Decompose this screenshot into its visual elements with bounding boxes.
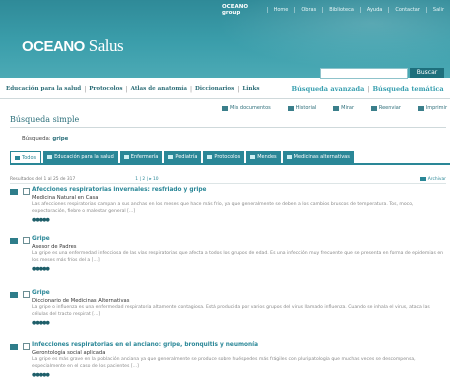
- history-icon: [287, 105, 294, 111]
- results-count: Resultados del 1 al 25 de 317: [10, 176, 76, 182]
- subnav-educacion-link[interactable]: Educación para la salud: [6, 86, 81, 92]
- nav-biblioteca-link[interactable]: Biblioteca: [322, 7, 360, 13]
- page-title: Búsqueda simple: [10, 115, 80, 124]
- result-description: La gripe o influenza es una enfermedad r…: [32, 305, 430, 317]
- oceano-salus-logo[interactable]: OCEANO Salus: [22, 36, 124, 56]
- all-icon: [15, 155, 20, 160]
- search-input[interactable]: [320, 68, 408, 79]
- result-title-link[interactable]: Gripe: [32, 236, 50, 242]
- document-type-icon: [10, 344, 18, 350]
- result-description: La gripe es una enfermedad infecciosa de…: [32, 251, 444, 263]
- print-button[interactable]: Imprimir: [417, 103, 447, 113]
- tab-enfermeria[interactable]: Enfermería: [119, 151, 163, 163]
- folder-icon: [222, 105, 228, 111]
- document-type-icon: [10, 189, 18, 195]
- query-label: Búsqueda:: [22, 136, 51, 142]
- relevance-rating: ●●●●●: [32, 266, 50, 272]
- subnav-atlas-link[interactable]: Atlas de anatomía: [131, 86, 187, 92]
- title-divider: [10, 127, 446, 128]
- book-icon: [47, 155, 53, 159]
- result-source: Diccionario de Medicinas Alternativas: [32, 298, 130, 304]
- advanced-search-link[interactable]: Búsqueda avanzada: [292, 85, 365, 93]
- book-icon: [123, 155, 129, 159]
- nav-ayuda-link[interactable]: Ayuda: [359, 7, 388, 13]
- logo-part-2: Salus: [88, 36, 124, 55]
- relevance-rating: ●●●●●: [32, 372, 50, 378]
- result-checkbox[interactable]: [23, 237, 30, 244]
- nav-salir-link[interactable]: Salir: [425, 7, 450, 13]
- document-type-icon: [10, 292, 18, 298]
- result-source: Medicina Natural en Casa: [32, 195, 99, 201]
- my-documents-button[interactable]: Mis documentos: [222, 103, 271, 113]
- book-icon: [286, 155, 292, 159]
- advanced-separator: |: [367, 85, 370, 93]
- nav-obras-link[interactable]: Obras: [294, 7, 322, 13]
- subnav-links-link[interactable]: Links: [242, 86, 259, 92]
- result-description: Las afecciones respiratorias campan a su…: [32, 202, 414, 214]
- result-checkbox[interactable]: [23, 343, 30, 350]
- forward-button[interactable]: Reenviar: [370, 103, 401, 113]
- history-button[interactable]: Historial: [287, 103, 316, 113]
- nav-home-link[interactable]: Home: [266, 7, 295, 13]
- header-banner: OCEANO group Home Obras Biblioteca Ayuda…: [0, 0, 450, 78]
- book-icon: [168, 155, 174, 159]
- query-line: Búsqueda: gripe: [22, 136, 68, 142]
- archive-button[interactable]: Archivar: [419, 177, 446, 182]
- subnav-diccionarios-link[interactable]: Diccionarios: [195, 86, 234, 92]
- result-title-link[interactable]: Afecciones respiratorias invernales: res…: [32, 187, 206, 193]
- search-button[interactable]: Buscar: [410, 68, 444, 78]
- top-navigation: OCEANO group Home Obras Biblioteca Ayuda…: [222, 4, 450, 16]
- document-toolbar: Mis documentos Historial Mirar Reenviar …: [222, 103, 447, 113]
- section-navigation: Educación para la salud | Protocolos | A…: [0, 80, 450, 99]
- archive-icon: [419, 177, 426, 181]
- tab-protocolos[interactable]: Protocolos: [203, 151, 245, 163]
- view-button[interactable]: Mirar: [333, 103, 354, 113]
- thematic-search-link[interactable]: Búsqueda temática: [372, 85, 443, 93]
- result-title-link[interactable]: Infecciones respiratorias en el anciano:…: [32, 342, 258, 348]
- nav-contactar-link[interactable]: Contactar: [388, 7, 426, 13]
- results-divider: [10, 183, 446, 184]
- brand-name: OCEANO group: [222, 4, 249, 16]
- result-checkbox[interactable]: [23, 188, 30, 195]
- result-source: Asesor de Padres: [32, 244, 77, 250]
- document-type-icon: [10, 238, 18, 244]
- result-title-link[interactable]: Gripe: [32, 290, 50, 296]
- print-icon: [417, 105, 424, 111]
- tab-mendes[interactable]: Mendes: [246, 151, 281, 163]
- book-icon: [207, 155, 213, 159]
- tab-pediatria[interactable]: Pediatría: [164, 151, 202, 163]
- subnav-protocolos-link[interactable]: Protocolos: [89, 86, 122, 92]
- book-icon: [250, 155, 256, 159]
- result-checkbox[interactable]: [23, 291, 30, 298]
- tab-medicinas-alternativas[interactable]: Medicinas alternativas: [282, 151, 354, 163]
- tab-educacion[interactable]: Educación para la salud: [43, 151, 118, 163]
- results-bar: Resultados del 1 al 25 de 317 1 | 2 | ▸ …: [10, 175, 446, 183]
- result-description: La gripe es más grave en la población an…: [32, 357, 416, 369]
- tab-todos[interactable]: Todos: [10, 151, 42, 163]
- view-icon: [333, 105, 340, 111]
- forward-icon: [370, 105, 377, 111]
- results-tabs: Todos Educación para la salud Enfermería…: [10, 151, 450, 165]
- result-source: Gerontología social aplicada: [32, 350, 106, 356]
- relevance-rating: ●●●●●: [32, 217, 50, 223]
- relevance-rating: ●●●●●: [32, 320, 50, 326]
- logo-part-1: OCEANO: [22, 38, 85, 55]
- pagination[interactable]: 1 | 2 | ▸ 10: [135, 177, 158, 182]
- query-term: gripe: [52, 136, 69, 142]
